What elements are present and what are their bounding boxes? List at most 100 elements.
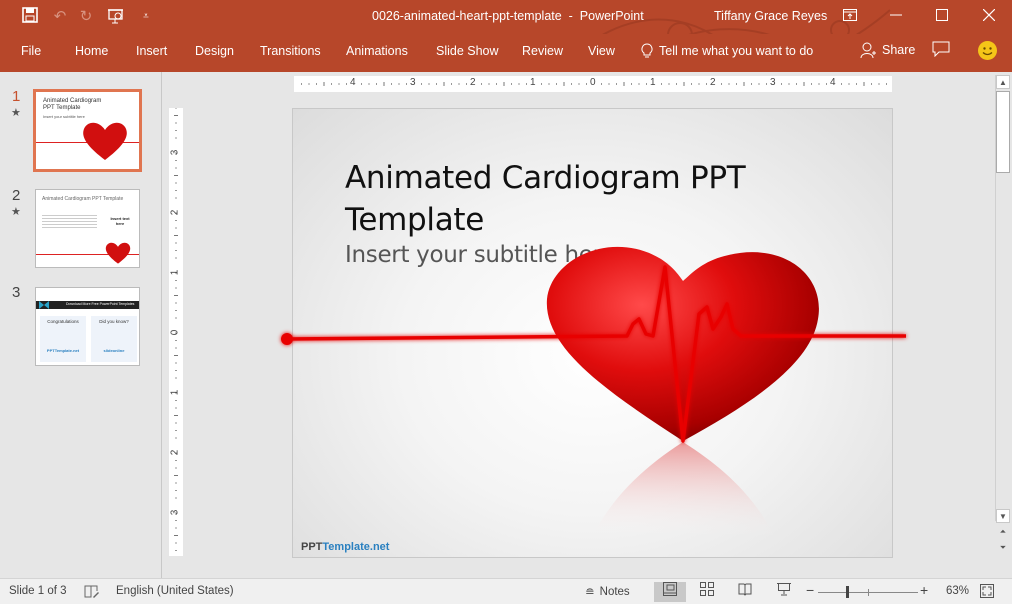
tab-home[interactable]: Home (75, 44, 108, 58)
share-button[interactable]: Share (860, 42, 915, 58)
thumbnail-number: 1 (12, 88, 21, 105)
reading-view-icon (738, 583, 752, 596)
thumbnail-box-1: Congratulations PPTTemplate.net (40, 316, 86, 362)
share-person-icon (860, 42, 876, 58)
ruler-label: 1 (169, 269, 181, 276)
animation-star-icon: ★ (11, 107, 21, 119)
scroll-up-button[interactable]: ▲ (996, 75, 1010, 89)
thumbnail-logo-text: PPTTemplate.net (46, 348, 80, 353)
heart-cardiogram-graphic[interactable] (281, 246, 911, 579)
slide-thumbnail-1[interactable]: Animated Cardiogram PPT Template Insert … (33, 89, 142, 172)
reading-view-button[interactable] (729, 582, 761, 602)
animation-star-icon: ★ (11, 206, 21, 218)
slide-sorter-icon (700, 582, 714, 596)
quick-access-toolbar: ↶ ↻ ⩡ (20, 7, 156, 27)
fit-slide-button[interactable] (980, 584, 994, 601)
lightbulb-icon (641, 43, 653, 58)
notes-button[interactable]: ≘ Notes (585, 585, 630, 599)
slide-show-view-button[interactable] (768, 582, 800, 602)
normal-view-button[interactable] (654, 582, 686, 602)
ruler-label: 1 (650, 77, 656, 88)
tab-design[interactable]: Design (195, 44, 234, 58)
redo-icon[interactable]: ↻ (76, 7, 96, 27)
heart-reflection (591, 442, 776, 539)
zoom-slider-thumb[interactable] (846, 586, 850, 598)
slide-thumbnail-pane[interactable]: 1 ★ Animated Cardiogram PPT Template Ins… (0, 72, 162, 578)
tab-view[interactable]: View (588, 44, 615, 58)
ruler-label: 2 (470, 77, 476, 88)
brand-logo: PPTTemplate.net (301, 541, 389, 553)
thumbnail-subtitle: Insert your subtitle here (43, 114, 85, 119)
feedback-smiley-button[interactable] (978, 41, 997, 60)
tab-transitions[interactable]: Transitions (260, 44, 321, 58)
brand-part-1: PPT (301, 541, 323, 553)
minimize-button[interactable] (882, 4, 910, 28)
comments-button[interactable] (932, 41, 952, 61)
user-name[interactable]: Tiffany Grace Reyes (714, 9, 827, 23)
zoom-slider[interactable] (818, 589, 918, 596)
ruler-label: 4 (830, 77, 836, 88)
vertical-scrollbar[interactable]: ▲ ▼ ⏶ ⏷ (995, 75, 1010, 552)
undo-icon[interactable]: ↶ (50, 7, 70, 27)
status-bar: Slide 1 of 3 English (United States) ≘ N… (0, 578, 1012, 604)
slide-canvas[interactable]: Animated Cardiogram PPT Template Insert … (281, 108, 906, 558)
tab-slide-show[interactable]: Slide Show (436, 44, 499, 58)
slide-thumbnail-2[interactable]: Animated Cardiogram PPT Template Insert … (35, 189, 140, 268)
thumbnail-box-2: Did you know? slideonline (91, 316, 137, 362)
tab-animations[interactable]: Animations (346, 44, 408, 58)
slide-title[interactable]: Animated Cardiogram PPT Template (345, 157, 765, 241)
ruler-label: 2 (169, 449, 181, 456)
heart-shape (546, 246, 819, 441)
thumbnail-heart-icon (105, 242, 131, 264)
zoom-out-button[interactable]: − (806, 582, 814, 598)
thumbnail-body-text (42, 215, 97, 229)
maximize-icon (936, 9, 948, 21)
thumbnail-title: Animated Cardiogram PPT Template (42, 196, 124, 202)
ribbon-tabs: File Home Insert Design Transitions Anim… (0, 34, 1012, 72)
tab-file[interactable]: File (21, 44, 41, 58)
brand-part-2: Template.net (322, 541, 390, 553)
slide-counter[interactable]: Slide 1 of 3 (9, 585, 67, 597)
comment-icon (932, 41, 950, 58)
horizontal-ruler[interactable]: 4 3 2 1 0 1 2 3 4 (294, 76, 892, 92)
slide-thumbnail-3[interactable]: Download More Free PowerPoint Templates … (35, 287, 140, 366)
tab-insert[interactable]: Insert (136, 44, 167, 58)
thumbnail-box-title: Did you know? (99, 319, 129, 324)
ruler-label: 0 (590, 77, 596, 88)
scrollbar-thumb[interactable] (996, 91, 1010, 173)
thumbnail-number: 2 (12, 187, 21, 204)
smiley-icon (982, 47, 993, 56)
thumbnail-box-title: Congratulations (47, 319, 79, 324)
ruler-label: 3 (770, 77, 776, 88)
ribbon-display-icon (843, 9, 857, 21)
ruler-label: 0 (169, 329, 181, 336)
customize-qat-icon[interactable]: ⩡ (136, 7, 156, 27)
ruler-label: 4 (350, 77, 356, 88)
tab-review[interactable]: Review (522, 44, 563, 58)
ribbon-display-options-button[interactable] (836, 4, 864, 28)
tell-me-search[interactable]: Tell me what you want to do (641, 43, 813, 59)
thumbnail-title: Animated Cardiogram PPT Template (43, 98, 102, 111)
zoom-in-button[interactable]: + (920, 582, 928, 598)
close-button[interactable] (975, 4, 1003, 28)
document-name: 0026-animated-heart-ppt-template (372, 9, 562, 23)
maximize-button[interactable] (928, 4, 956, 28)
next-slide-button[interactable]: ⏷ (996, 541, 1010, 555)
ruler-label: 3 (169, 509, 181, 516)
ruler-label: 1 (530, 77, 536, 88)
save-icon[interactable] (20, 7, 40, 27)
zoom-level[interactable]: 63% (946, 585, 969, 597)
vertical-ruler[interactable]: 3 2 1 0 1 2 3 (169, 108, 183, 556)
ecg-start-dot (281, 333, 293, 345)
spell-check-icon[interactable] (84, 583, 100, 602)
ruler-label: 2 (169, 209, 181, 216)
slide-sorter-view-button[interactable] (691, 582, 723, 602)
normal-view-icon (663, 582, 677, 596)
thumbnail-logo-icon (39, 301, 49, 309)
thumbnail-logo-text: slideonline (103, 348, 125, 353)
start-from-beginning-icon[interactable] (106, 7, 126, 27)
previous-slide-button[interactable]: ⏶ (996, 525, 1010, 539)
scroll-down-button[interactable]: ▼ (996, 509, 1010, 523)
share-label: Share (882, 43, 916, 57)
language-indicator[interactable]: English (United States) (116, 585, 234, 597)
